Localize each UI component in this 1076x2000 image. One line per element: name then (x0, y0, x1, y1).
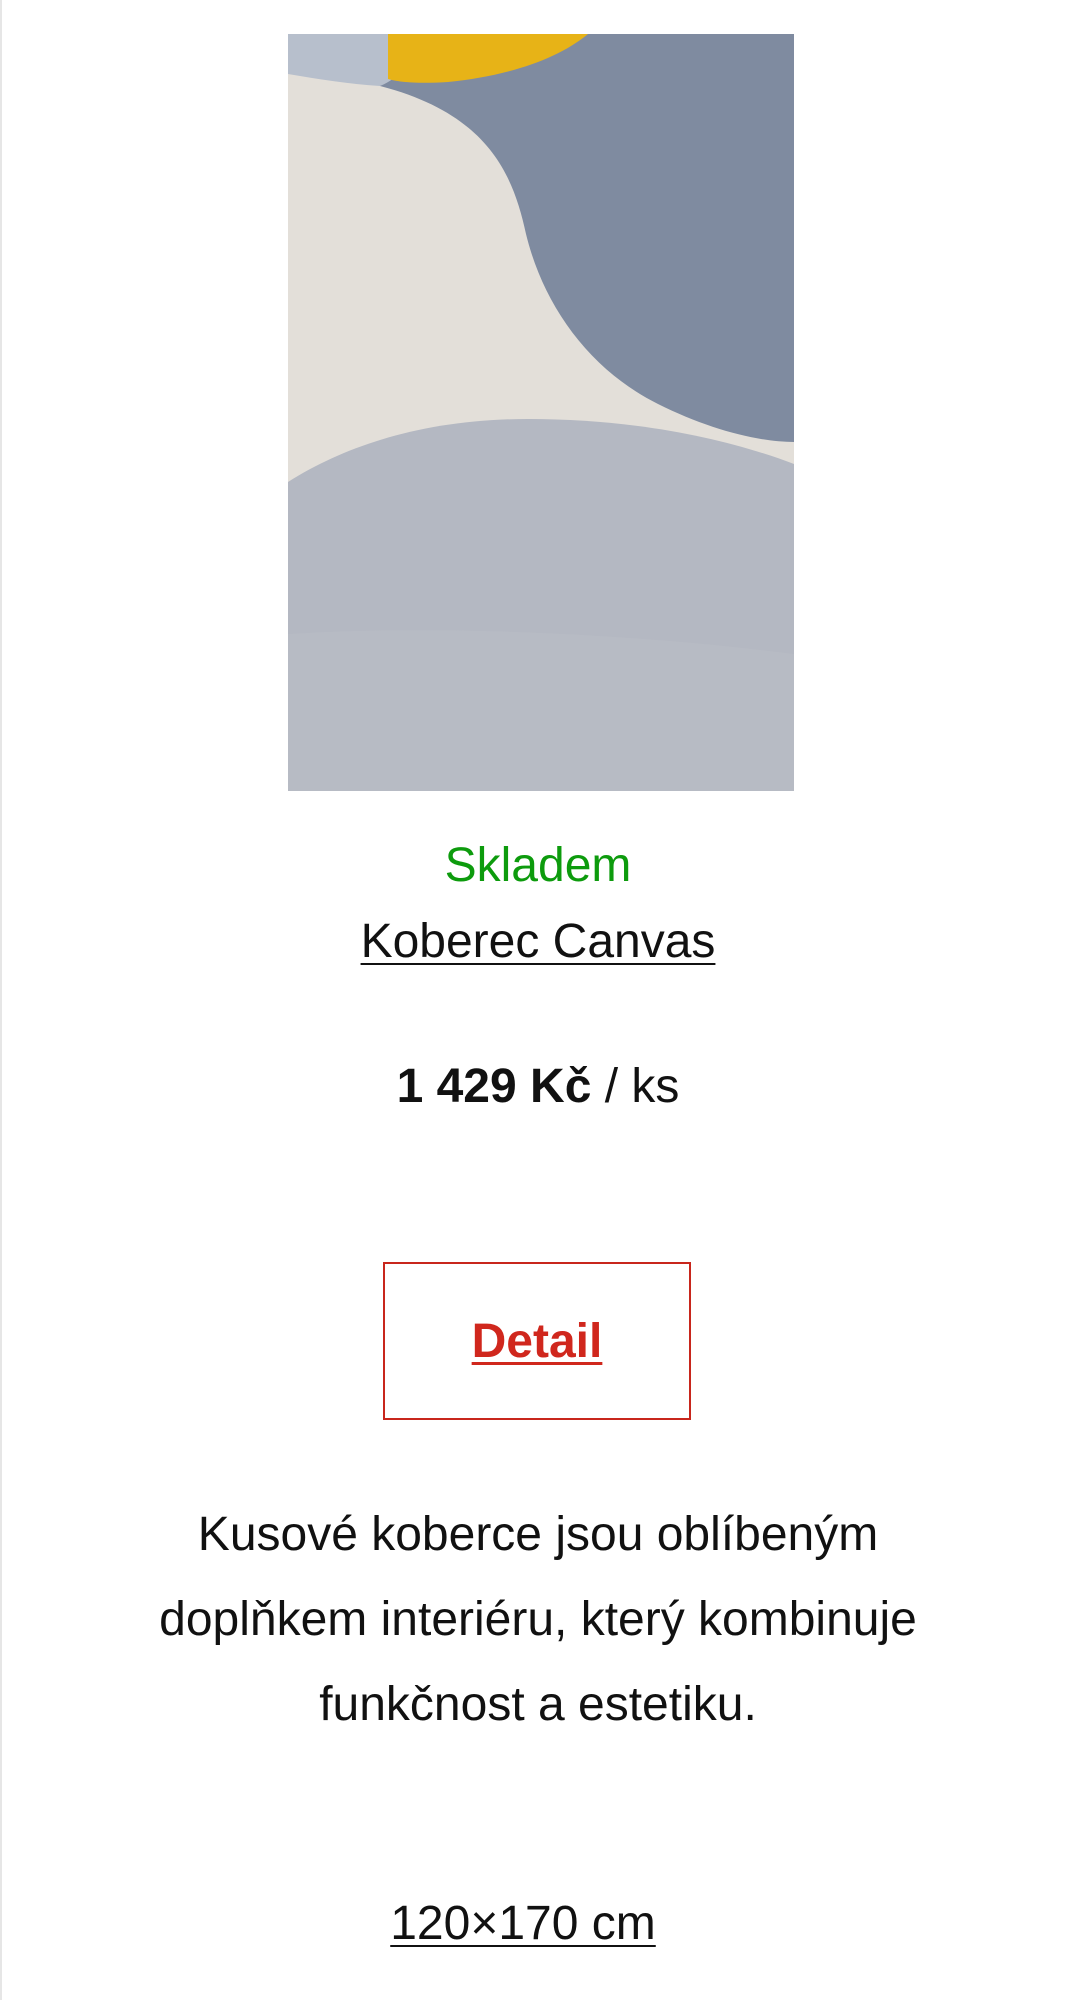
product-title-link[interactable]: Koberec Canvas (361, 915, 716, 968)
product-image[interactable] (288, 34, 794, 791)
price-unit: / ks (604, 1060, 680, 1113)
rug-image (288, 34, 794, 791)
size-link[interactable]: 120×170 cm (390, 1897, 656, 1950)
product-title: Koberec Canvas (0, 912, 1076, 972)
size-option: 120×170 cm (0, 1894, 1046, 1954)
detail-button-label: Detail (471, 1314, 603, 1368)
detail-button[interactable]: Detail (383, 1262, 691, 1420)
price-row: 1 429 Kč / ks (0, 1057, 1076, 1117)
product-description: Kusové koberce jsou oblíbeným doplňkem i… (159, 1508, 917, 1731)
price-amount: 1 429 Kč (396, 1060, 592, 1113)
product-card: Skladem Koberec Canvas 1 429 Kč / ks Det… (0, 0, 1076, 2000)
stock-status: Skladem (444, 839, 632, 892)
